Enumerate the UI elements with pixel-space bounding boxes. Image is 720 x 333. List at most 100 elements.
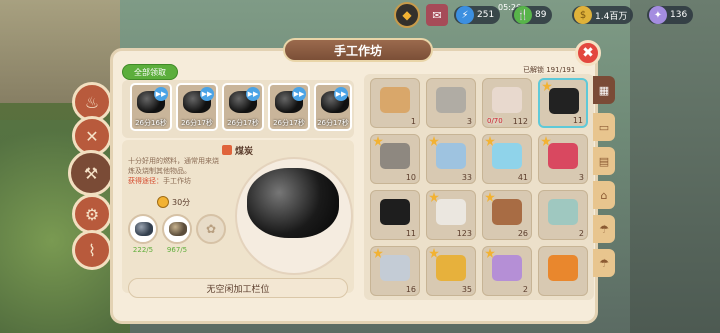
queue-time: 26分16秒 (135, 119, 167, 127)
item-cell[interactable]: 112 0/70 (482, 78, 532, 128)
item-description: 十分好用的燃料，通常用来烧 炼及烧制其他物品。 获得途径：手工作坊 (128, 156, 228, 186)
item-icon (436, 143, 466, 169)
close-icon: ✖ (582, 45, 594, 61)
queue-slot[interactable]: ▶▶ 26分17秒 (268, 83, 310, 131)
utensils-icon: ✕ (85, 126, 99, 146)
craft-time-value: 30分 (172, 197, 191, 207)
item-icon (548, 143, 578, 169)
item-cell[interactable]: 16 (370, 246, 420, 296)
tab-all[interactable]: ▦ (593, 76, 615, 104)
desc-line-2: 炼及烧制其他物品。 (128, 167, 191, 175)
coin-icon: $ (574, 6, 592, 24)
queue-slot[interactable]: ▶▶ 26分17秒 (176, 83, 218, 131)
item-cell[interactable]: 123 (426, 190, 476, 240)
panel-title: 手工作坊 (283, 38, 433, 62)
energy-value: 89 (535, 10, 547, 20)
item-count: 35 (461, 285, 472, 294)
coins-value: 1.4百万 (595, 11, 628, 22)
item-count: 2 (522, 285, 528, 294)
item-cell[interactable]: 26 (482, 190, 532, 240)
fast-forward-icon[interactable]: ▶▶ (246, 87, 260, 101)
dna-icon: ⌇ (88, 240, 96, 260)
tab-parasol[interactable]: ☂ (593, 249, 615, 277)
tab-gear[interactable]: ⚙ (72, 194, 112, 234)
item-icon (380, 255, 410, 281)
craft-time: 30分 (157, 196, 190, 208)
pot-icon: ♨ (84, 92, 100, 112)
item-count: 3 (466, 117, 472, 126)
item-icon (548, 255, 578, 281)
item-icon (380, 143, 410, 169)
item-icon (492, 143, 522, 169)
close-button[interactable]: ✖ (575, 40, 601, 66)
item-tag-icon (222, 145, 232, 155)
item-cell[interactable]: 10 (370, 134, 420, 184)
umbrella-icon: ☂ (599, 222, 609, 236)
material-count: 967/5 (166, 246, 188, 254)
item-cell[interactable]: 35 (426, 246, 476, 296)
material-slot[interactable] (162, 214, 192, 244)
queue-time: 26分17秒 (181, 119, 213, 127)
stamina-resource: ⚡ 251 (454, 6, 501, 24)
gems-value: 136 (670, 10, 688, 20)
item-cell[interactable] (538, 246, 588, 296)
item-count: 2 (578, 229, 584, 238)
tab-dna[interactable]: ⌇ (72, 230, 112, 270)
item-cell[interactable]: 33 (426, 134, 476, 184)
clock-icon (157, 196, 169, 208)
item-cell[interactable]: 1 (370, 78, 420, 128)
item-icon (492, 255, 522, 281)
fast-forward-icon[interactable]: ▶▶ (200, 87, 214, 101)
material-count: 222/5 (132, 246, 154, 254)
item-count: 16 (405, 285, 416, 294)
no-free-slot-button[interactable]: 无空闲加工栏位 (128, 278, 348, 298)
desc-line-1: 十分好用的燃料，通常用来烧 (128, 157, 219, 165)
menu-button[interactable]: ◆ (394, 2, 420, 28)
anvil-icon: ⚒ (83, 163, 99, 183)
fast-forward-icon[interactable]: ▶▶ (154, 87, 168, 101)
flower-icon: ✿ (205, 222, 217, 236)
sofa-icon: ⌂ (600, 188, 608, 202)
item-cell[interactable]: 11 (370, 190, 420, 240)
material-slot[interactable] (128, 214, 158, 244)
fast-forward-icon[interactable]: ▶▶ (334, 87, 348, 101)
item-icon (436, 255, 466, 281)
tab-umbrella[interactable]: ☂ (593, 215, 615, 243)
item-count: 1 (410, 117, 416, 126)
ore-icon (169, 222, 187, 236)
item-cell[interactable]: 3 (426, 78, 476, 128)
queue-slot[interactable]: ▶▶ 26分16秒 (130, 83, 172, 131)
tab-crafting[interactable]: ⚒ (68, 150, 114, 196)
item-count: 26 (517, 229, 528, 238)
queue-slot[interactable]: ▶▶ 26分17秒 (314, 83, 352, 131)
item-name-text: 煤炭 (235, 147, 254, 157)
item-grid: 1 3 112 0/70 11 10 33 41 3 11 123 26 2 16 35 2 (364, 74, 594, 300)
coins-resource: $ 1.4百万 (572, 6, 634, 24)
item-cell[interactable]: 41 (482, 134, 532, 184)
tab-table[interactable]: ▤ (593, 147, 615, 175)
queue-time: 26分17秒 (227, 119, 259, 127)
item-cell[interactable]: 11 (538, 78, 588, 128)
item-count: 3 (578, 173, 584, 182)
item-icon (492, 199, 522, 225)
background-right (630, 0, 720, 333)
energy-resource: 🍴 89 (512, 6, 553, 24)
tab-sofa[interactable]: ⌂ (593, 181, 615, 209)
book-icon[interactable]: ✉ (426, 4, 448, 26)
queue-time: 26分17秒 (317, 119, 349, 127)
item-cell[interactable]: 2 (482, 246, 532, 296)
fast-forward-icon[interactable]: ▶▶ (292, 87, 306, 101)
item-cell[interactable]: 2 (538, 190, 588, 240)
collect-all-button[interactable]: 全部领取 (122, 64, 178, 80)
item-icon (549, 88, 579, 114)
coal-large-icon (247, 168, 339, 238)
item-cell[interactable]: 3 (538, 134, 588, 184)
tab-bed[interactable]: ▭ (593, 113, 615, 141)
locked-count: 0/70 (487, 117, 503, 125)
source-label: 获得途径： (128, 177, 163, 185)
top-bar: ◆ ✉ 05:26 ⚡ 251 🍴 89 $ 1.4百万 ✦ 136 (392, 0, 720, 30)
item-count: 10 (405, 173, 416, 182)
queue-slot[interactable]: ▶▶ 26分17秒 (222, 83, 264, 131)
item-count: 33 (461, 173, 472, 182)
lightning-icon: ⚡ (456, 6, 474, 24)
